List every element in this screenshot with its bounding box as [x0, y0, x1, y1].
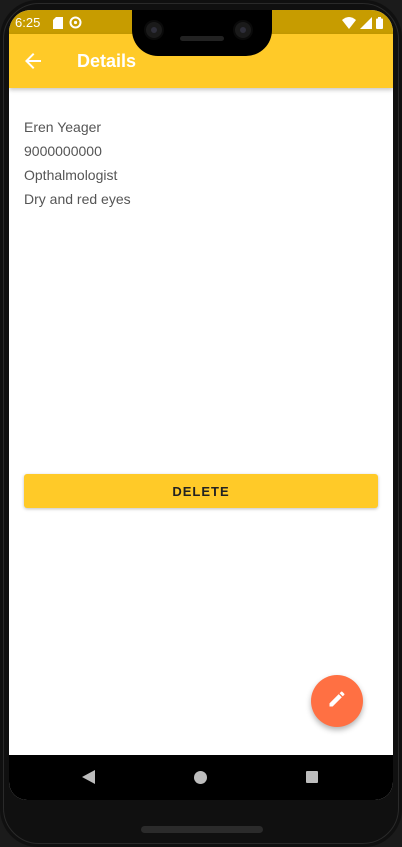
patient-name: Eren Yeager: [24, 119, 102, 135]
recents-square-icon[interactable]: [306, 771, 318, 783]
back-triangle-icon[interactable]: [82, 770, 95, 789]
symptoms-text: Dry and red eyes: [24, 191, 131, 207]
patient-phone: 9000000000: [24, 143, 102, 159]
camera-icon: [233, 20, 253, 40]
battery-icon: [376, 16, 383, 34]
arrow-back-icon[interactable]: [21, 49, 45, 73]
sync-icon: [69, 16, 82, 34]
sd-card-icon: [53, 16, 63, 34]
camera-notch: [132, 10, 272, 56]
signal-icon: [360, 16, 372, 34]
status-time: 6:25: [15, 15, 41, 30]
doctor-specialty: Opthalmologist: [24, 167, 118, 183]
earpiece-speaker: [180, 36, 224, 41]
edit-fab-button[interactable]: [311, 675, 363, 727]
home-circle-icon[interactable]: [194, 771, 207, 784]
edit-pencil-icon: [327, 689, 347, 714]
phone-frame: 6:25 Details Eren Yeager 9000000000 Opth…: [0, 0, 402, 847]
wifi-icon: [342, 16, 356, 34]
bottom-speaker: [141, 826, 263, 833]
page-title: Details: [77, 51, 137, 71]
screen: 6:25 Details Eren Yeager 9000000000 Opth…: [9, 10, 393, 800]
system-nav-bar: [9, 755, 393, 800]
camera-icon: [144, 20, 164, 40]
delete-button[interactable]: DELETE: [24, 474, 378, 508]
details-list: Eren Yeager 9000000000 Opthalmologist Dr…: [24, 118, 131, 214]
